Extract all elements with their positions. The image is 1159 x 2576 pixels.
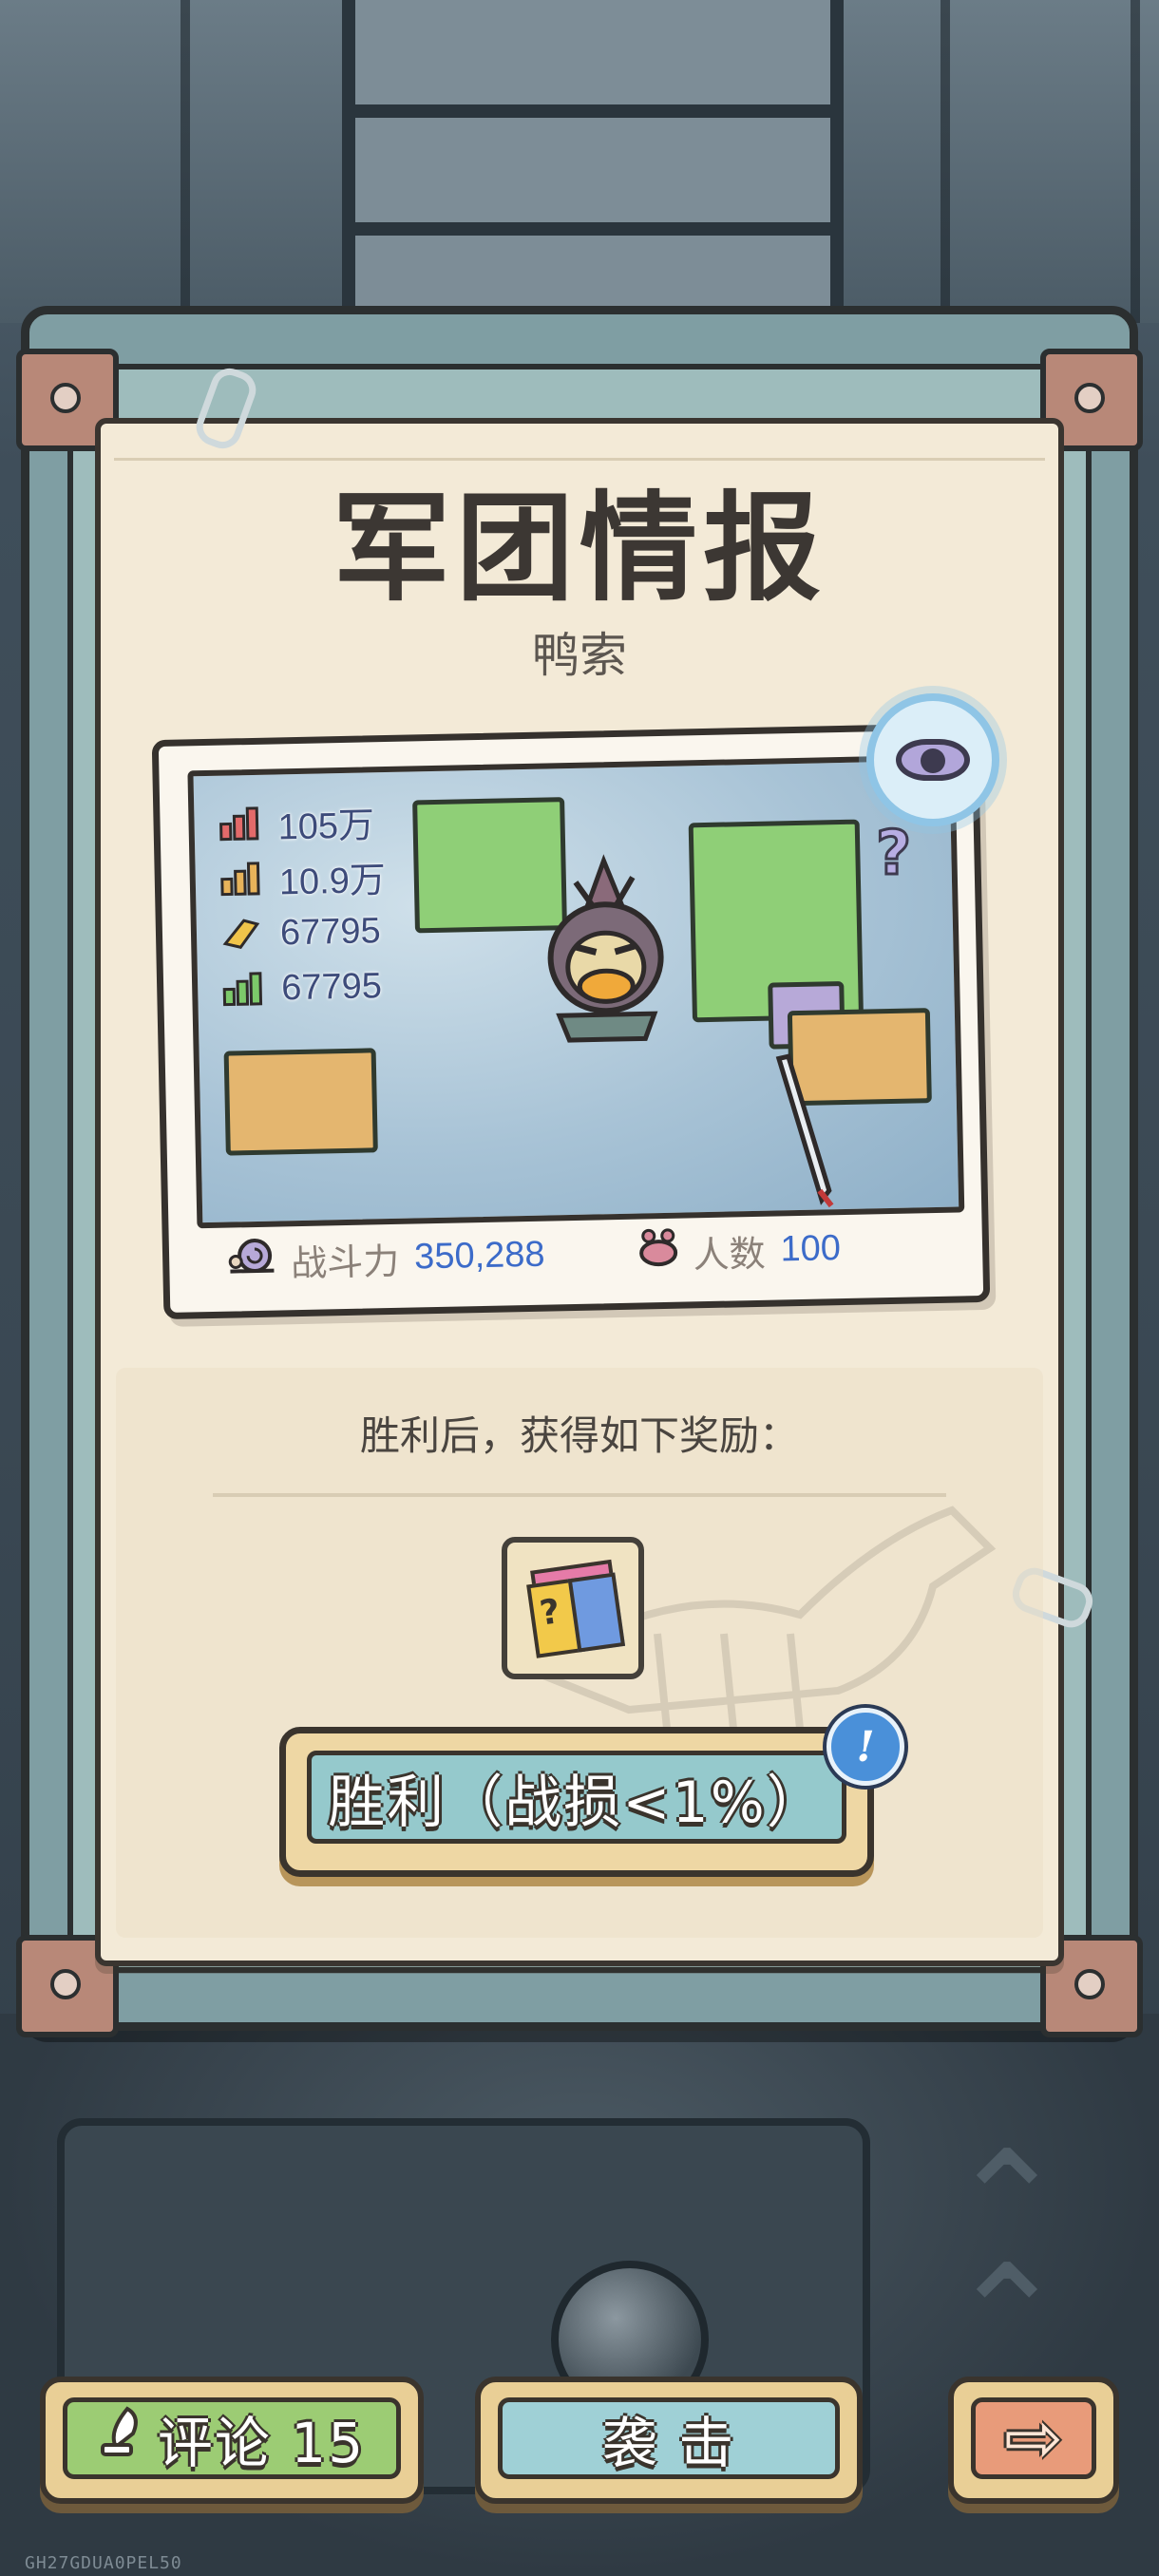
power-label: 战斗力 xyxy=(290,1240,400,1284)
quill-icon xyxy=(99,2405,144,2472)
defense-stat-value: 10.9万 xyxy=(278,860,387,902)
mystery-cube-icon: ? xyxy=(524,1559,626,1658)
health-stat-icon xyxy=(220,970,265,1009)
speed-stat-icon xyxy=(219,915,264,954)
power-group: 战斗力 350,288 xyxy=(226,1228,545,1287)
ceiling-ladder xyxy=(342,0,844,313)
count-label: 人数 xyxy=(693,1232,767,1276)
paper-header-band xyxy=(114,437,1045,461)
reward-item-slot[interactable]: ? xyxy=(502,1537,644,1679)
speed-stat-value: 67795 xyxy=(279,910,382,953)
build-code: GH27GDUA0PEL50 xyxy=(25,2553,182,2573)
stat-row: 105万 xyxy=(217,797,374,847)
power-value: 350,288 xyxy=(413,1234,545,1278)
info-icon[interactable]: ! xyxy=(826,1708,904,1786)
page-title: 军团情报 xyxy=(332,481,826,617)
stat-row: 67795 xyxy=(218,907,381,958)
enemy-name: 鸭索 xyxy=(532,628,627,683)
snail-power-icon xyxy=(226,1234,280,1286)
floor-arrow-marks: ⌃ ⌃ xyxy=(947,2121,1067,2400)
defense-stat-icon xyxy=(218,860,262,899)
question-mark-icon: ? xyxy=(874,818,912,891)
attack-button-face: 袭 击 xyxy=(498,2397,840,2479)
attack-button-label: 袭 击 xyxy=(601,2411,736,2475)
victory-outcome-face: 胜利（战损<1%） xyxy=(307,1751,846,1844)
attack-button[interactable]: 袭 击 xyxy=(475,2377,863,2504)
stat-row: 10.9万 xyxy=(218,852,386,903)
arrow-right-icon: ⇨ xyxy=(1003,2397,1063,2479)
health-stat-value: 67795 xyxy=(280,965,383,1008)
reward-title: 胜利后，获得如下奖励： xyxy=(359,1412,799,1459)
next-button-face: ⇨ xyxy=(971,2397,1096,2479)
attack-stat-value: 105万 xyxy=(277,805,375,847)
troop-count-icon xyxy=(636,1226,682,1279)
count-group: 人数 100 xyxy=(636,1222,842,1279)
comment-button-face: 评论 15 xyxy=(63,2397,401,2479)
enemy-card: 105万 10.9万 67795 67795 战斗力 350,288 人数 10… xyxy=(151,722,991,1320)
enemy-portrait: 105万 10.9万 67795 67795 xyxy=(187,754,965,1229)
reward-divider xyxy=(213,1493,946,1497)
stat-row: 67795 xyxy=(220,962,383,1013)
scenery-block xyxy=(223,1048,378,1156)
next-button[interactable]: ⇨ xyxy=(948,2377,1119,2504)
eye-icon xyxy=(896,739,970,781)
duck-warrior-icon xyxy=(547,854,664,1043)
scout-eye-button[interactable] xyxy=(866,693,999,826)
attack-stat-icon xyxy=(217,805,261,843)
comment-button[interactable]: 评论 15 xyxy=(40,2377,424,2504)
sword-icon xyxy=(775,1053,834,1208)
count-value: 100 xyxy=(780,1227,842,1269)
card-footer: 战斗力 350,288 人数 100 xyxy=(225,1213,954,1295)
victory-outcome-button[interactable]: 胜利（战损<1%） xyxy=(279,1727,874,1877)
comment-button-label: 评论 15 xyxy=(157,2411,366,2475)
victory-outcome-label: 胜利（战损<1%） xyxy=(328,1769,826,1836)
